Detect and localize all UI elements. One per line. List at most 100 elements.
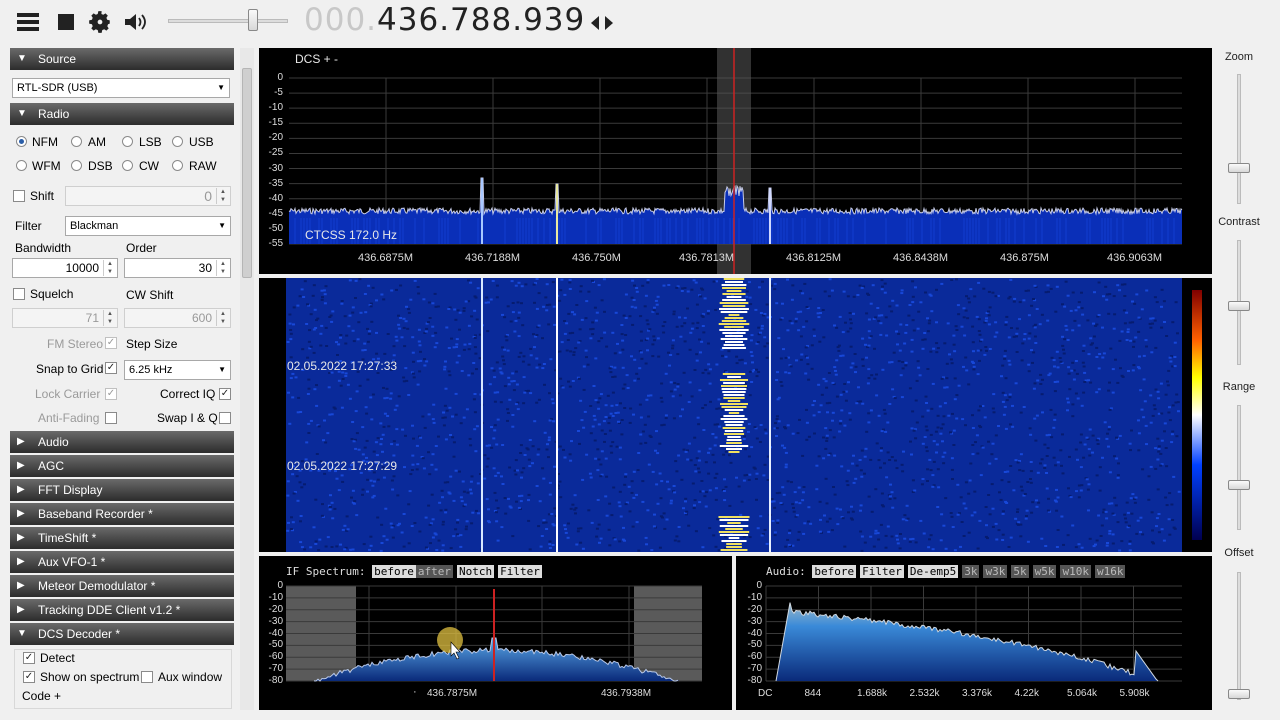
dcs-aux-window-checkbox[interactable] bbox=[141, 671, 153, 683]
audio-5k-button[interactable]: 5k bbox=[1011, 565, 1029, 578]
waterfall-pixel bbox=[1065, 328, 1069, 331]
waterfall-pixel bbox=[1055, 488, 1058, 491]
volume-button[interactable] bbox=[122, 8, 150, 36]
offset-slider-track[interactable] bbox=[1237, 572, 1241, 700]
range-slider-thumb[interactable] bbox=[1228, 480, 1250, 490]
section-header-tracking-dde[interactable]: ▶ Tracking DDE Client v1.2 * bbox=[10, 599, 234, 621]
left-panel-scrollbar[interactable] bbox=[240, 48, 254, 710]
audio-3k-button[interactable]: 3k bbox=[962, 565, 980, 578]
source-section-header[interactable]: ▼ Source bbox=[10, 48, 234, 70]
lock-carrier-checkbox[interactable]: ✓ bbox=[105, 388, 117, 400]
audio-before-button[interactable]: before bbox=[812, 565, 857, 578]
stop-button[interactable] bbox=[52, 8, 80, 36]
waterfall-pixel bbox=[579, 541, 583, 544]
settings-button[interactable] bbox=[86, 8, 114, 36]
waterfall-pixel bbox=[700, 480, 704, 482]
if-spectrum-panel[interactable]: IF Spectrum: before after Notch Filter 0 -10… bbox=[259, 556, 732, 710]
dcs-show-on-spectrum-checkbox[interactable]: ✓ bbox=[23, 671, 35, 683]
waterfall-pixel bbox=[682, 448, 686, 451]
anti-fading-checkbox[interactable] bbox=[105, 412, 117, 424]
section-header-baseband-recorder[interactable]: ▶ Baseband Recorder * bbox=[10, 503, 234, 525]
shift-checkbox[interactable] bbox=[13, 190, 25, 202]
waterfall-pixel bbox=[382, 298, 386, 301]
waterfall-pixel bbox=[513, 330, 517, 333]
audio-w16k-button[interactable]: w16k bbox=[1094, 565, 1126, 578]
waterfall-panel[interactable]: 02.05.2022 17:27:33 02.05.2022 17:27:29 bbox=[259, 278, 1212, 552]
snap-to-grid-checkbox[interactable]: ✓ bbox=[105, 362, 117, 374]
audio-spectrum-panel[interactable]: Audio: before Filter De-emp5 3k w3k 5k w5k w10k… bbox=[736, 556, 1212, 710]
correct-iq-checkbox[interactable]: ✓ bbox=[219, 388, 231, 400]
tune-step-button[interactable] bbox=[588, 9, 616, 37]
waterfall-pixel bbox=[496, 507, 500, 510]
mode-radio-lsb[interactable] bbox=[122, 136, 133, 147]
audio-w5k-button[interactable]: w5k bbox=[1032, 565, 1057, 578]
mode-radio-usb[interactable] bbox=[172, 136, 183, 147]
mode-radio-am[interactable] bbox=[71, 136, 82, 147]
waterfall-pixel bbox=[624, 475, 627, 478]
audio-deemp-button[interactable]: De-emp5 bbox=[907, 565, 959, 578]
spin-arrows-icon[interactable]: ▲ ▼ bbox=[216, 260, 229, 276]
spin-arrows-icon[interactable]: ▲ ▼ bbox=[216, 188, 229, 204]
spin-arrows-icon[interactable]: ▲ ▼ bbox=[103, 260, 116, 276]
scrollbar-thumb[interactable] bbox=[242, 68, 252, 278]
contrast-slider-thumb[interactable] bbox=[1228, 301, 1250, 311]
order-input[interactable]: 30 ▲ ▼ bbox=[124, 258, 231, 278]
offset-slider-thumb[interactable] bbox=[1228, 689, 1250, 699]
spin-arrows-icon[interactable]: ▲ ▼ bbox=[216, 310, 229, 326]
swap-iq-checkbox[interactable] bbox=[219, 412, 231, 424]
fm-stereo-checkbox[interactable]: ✓ bbox=[105, 337, 117, 349]
cw-shift-input[interactable]: 600 ▲ ▼ bbox=[124, 308, 231, 328]
menu-button[interactable] bbox=[14, 8, 42, 36]
waterfall-pixel bbox=[672, 310, 676, 313]
section-header-meteor-demodulator[interactable]: ▶ Meteor Demodulator * bbox=[10, 575, 234, 597]
section-header-timeshift[interactable]: ▶ TimeShift * bbox=[10, 527, 234, 549]
waterfall-pixel bbox=[926, 330, 930, 333]
if-after-button[interactable]: after bbox=[415, 565, 453, 578]
if-before-button[interactable]: before bbox=[372, 565, 416, 578]
if-filter-button[interactable]: Filter bbox=[498, 565, 542, 578]
section-header-dcs-decoder[interactable]: ▼ DCS Decoder * bbox=[10, 623, 234, 645]
mode-radio-raw[interactable] bbox=[172, 160, 183, 171]
audio-w3k-button[interactable]: w3k bbox=[983, 565, 1008, 578]
mode-radio-wfm[interactable] bbox=[16, 160, 27, 171]
volume-slider-thumb[interactable] bbox=[248, 9, 258, 31]
audio-filter-button[interactable]: Filter bbox=[860, 565, 904, 578]
waterfall-pixel bbox=[543, 383, 546, 386]
volume-slider-track[interactable] bbox=[168, 19, 288, 23]
filter-select[interactable]: Blackman ▼ bbox=[65, 216, 231, 236]
shift-input[interactable]: 0 ▲ ▼ bbox=[65, 186, 231, 206]
audio-spectrum-fill bbox=[776, 602, 1158, 681]
waterfall-pixel bbox=[351, 548, 355, 551]
squelch-input[interactable]: 71 ▲ ▼ bbox=[12, 308, 118, 328]
waterfall-pixel bbox=[896, 343, 899, 346]
step-size-select[interactable]: 6.25 kHz ▼ bbox=[124, 360, 231, 380]
section-header-audio[interactable]: ▶ Audio bbox=[10, 431, 234, 453]
mode-label-am: AM bbox=[88, 135, 106, 149]
radio-section-header[interactable]: ▼ Radio bbox=[10, 103, 234, 125]
waterfall-pixel bbox=[1063, 305, 1067, 308]
waterfall-color-scale bbox=[1192, 290, 1202, 540]
dcs-detect-checkbox[interactable]: ✓ bbox=[23, 652, 35, 664]
mode-radio-dsb[interactable] bbox=[71, 160, 82, 171]
section-header-agc[interactable]: ▶ AGC bbox=[10, 455, 234, 477]
waterfall-pixel bbox=[462, 490, 466, 493]
source-device-select[interactable]: RTL-SDR (USB) ▼ bbox=[12, 78, 230, 98]
if-notch-button[interactable]: Notch bbox=[456, 565, 495, 578]
spin-arrows-icon[interactable]: ▲ ▼ bbox=[103, 310, 116, 326]
mode-radio-nfm[interactable] bbox=[16, 136, 27, 147]
section-header-fft-display[interactable]: ▶ FFT Display bbox=[10, 479, 234, 501]
waterfall-pixel bbox=[1004, 427, 1008, 430]
range-slider-track[interactable] bbox=[1237, 405, 1241, 530]
frequency-display[interactable]: 000.436.788.939 bbox=[304, 2, 585, 38]
waterfall-pixel bbox=[888, 498, 892, 500]
audio-w10k-button[interactable]: w10k bbox=[1060, 565, 1091, 578]
spectrum-panel[interactable]: DCS + - CTCSS 172.0 Hz 0 -5 -10 -15 -20 -25 -3… bbox=[259, 48, 1212, 274]
section-header-aux-vfo[interactable]: ▶ Aux VFO-1 * bbox=[10, 551, 234, 573]
squelch-checkbox[interactable] bbox=[13, 288, 25, 300]
zoom-slider-track[interactable] bbox=[1237, 74, 1241, 204]
waterfall-pixel bbox=[578, 442, 581, 445]
bandwidth-input[interactable]: 10000 ▲ ▼ bbox=[12, 258, 118, 278]
mode-radio-cw[interactable] bbox=[122, 160, 133, 171]
zoom-slider-thumb[interactable] bbox=[1228, 163, 1250, 173]
waterfall-pixel bbox=[859, 400, 862, 403]
